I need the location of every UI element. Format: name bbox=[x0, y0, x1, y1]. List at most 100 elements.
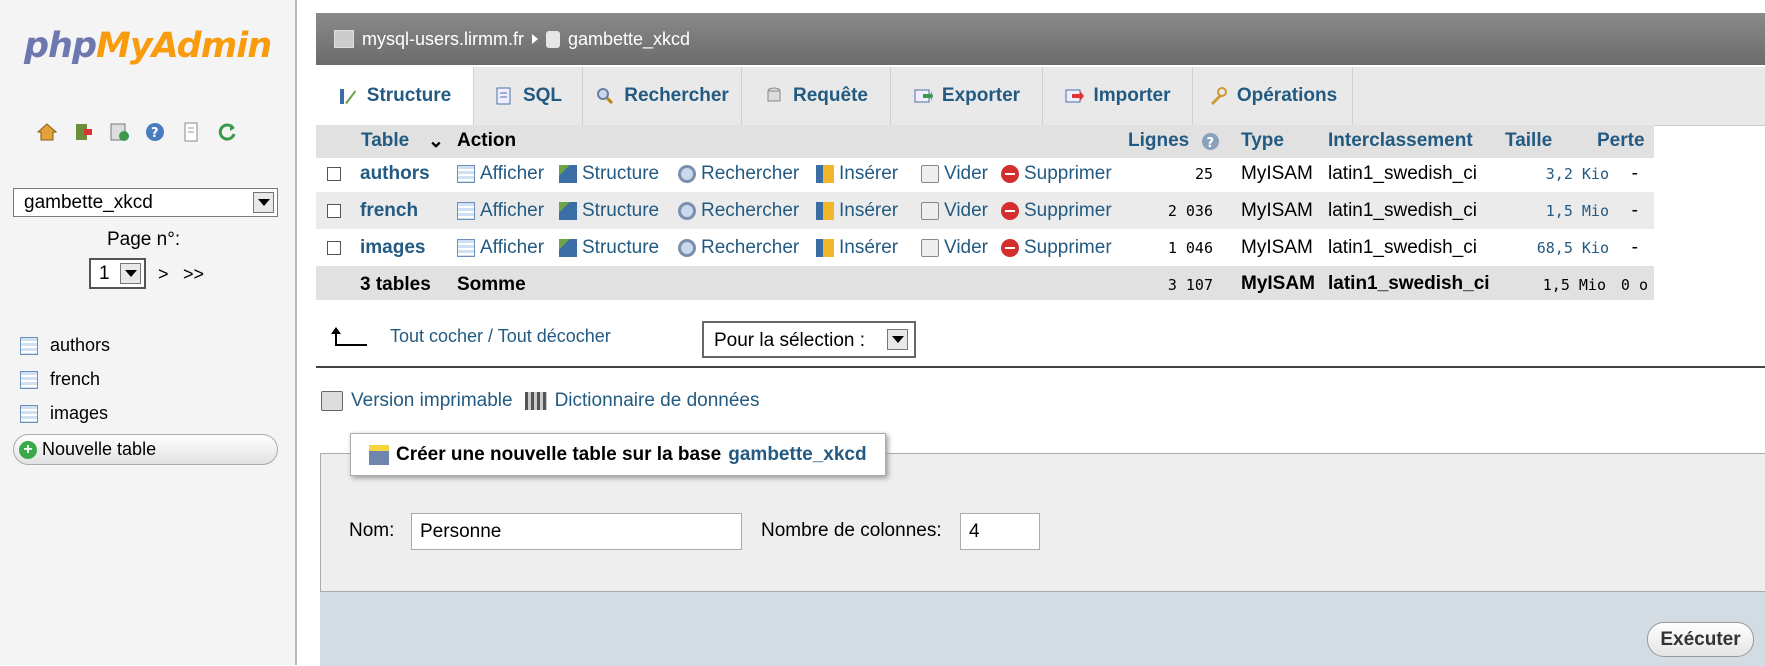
home-icon[interactable] bbox=[36, 121, 58, 143]
empty-action[interactable]: Vider bbox=[921, 200, 988, 222]
summary-label: Somme bbox=[457, 274, 526, 295]
tab-export[interactable]: Exporter bbox=[891, 67, 1043, 125]
column-header-collation[interactable]: Interclassement bbox=[1328, 130, 1473, 152]
table-size-link[interactable]: 1,5 Mio bbox=[1496, 202, 1609, 220]
help-icon[interactable]: ? bbox=[1201, 132, 1220, 157]
page-next-link[interactable]: > bbox=[158, 264, 169, 285]
table-name-link[interactable]: french bbox=[360, 200, 418, 222]
empty-label: Vider bbox=[944, 200, 989, 221]
new-table-button[interactable]: + Nouvelle table bbox=[13, 434, 278, 465]
tab-sql[interactable]: SQL bbox=[474, 67, 583, 125]
column-count-input[interactable] bbox=[960, 513, 1040, 550]
empty-action[interactable]: Vider bbox=[921, 163, 988, 185]
chevron-down-icon[interactable] bbox=[120, 263, 141, 284]
row-checkbox[interactable] bbox=[327, 204, 341, 218]
main-tabs: Structure SQL Rechercher Requête Exporte… bbox=[316, 67, 1765, 126]
column-header-size[interactable]: Taille bbox=[1505, 130, 1552, 152]
page-number-select[interactable]: 1 bbox=[89, 258, 146, 289]
help-icon[interactable]: ? bbox=[144, 121, 166, 143]
row-checkbox[interactable] bbox=[327, 167, 341, 181]
tab-import[interactable]: Importer bbox=[1043, 67, 1193, 125]
print-view-link[interactable]: Version imprimable bbox=[351, 390, 513, 412]
drop-action[interactable]: Supprimer bbox=[1001, 163, 1112, 185]
nav-table-authors[interactable]: authors bbox=[20, 335, 110, 356]
browse-icon bbox=[457, 202, 475, 220]
divider bbox=[316, 366, 1765, 368]
tab-label: Rechercher bbox=[624, 85, 729, 106]
column-header-rows[interactable]: Lignes bbox=[1128, 130, 1189, 152]
nav-table-images[interactable]: images bbox=[20, 403, 108, 424]
check-all-link[interactable]: Tout cocher / Tout décocher bbox=[390, 326, 611, 347]
tab-label: Structure bbox=[366, 85, 452, 106]
tab-label: Opérations bbox=[1236, 85, 1338, 106]
search-label: Rechercher bbox=[701, 163, 800, 184]
insert-action[interactable]: Insérer bbox=[816, 200, 898, 222]
execute-button[interactable]: Exécuter bbox=[1647, 622, 1754, 657]
drop-action[interactable]: Supprimer bbox=[1001, 200, 1112, 222]
nav-table-french[interactable]: french bbox=[20, 369, 100, 390]
logo-myadmin: MyAdmin bbox=[96, 26, 272, 66]
table-size-link[interactable]: 68,5 Kio bbox=[1496, 239, 1609, 257]
check-all-controls: Tout cocher / Tout décocher bbox=[330, 326, 611, 347]
breadcrumb-database[interactable]: gambette_xkcd bbox=[546, 29, 690, 50]
structure-action[interactable]: Structure bbox=[559, 163, 659, 185]
phpmyadmin-logo[interactable]: phpMyAdmin bbox=[24, 26, 272, 66]
database-select[interactable]: gambette_xkcd bbox=[13, 188, 278, 217]
breadcrumb-server[interactable]: mysql-users.lirmm.fr bbox=[334, 29, 524, 50]
sql-icon bbox=[494, 86, 514, 106]
structure-action[interactable]: Structure bbox=[559, 200, 659, 222]
total-overhead: 0 o bbox=[1620, 276, 1648, 294]
table-row: authors Afficher Structure Rechercher In… bbox=[316, 155, 1654, 192]
overhead: - bbox=[1631, 163, 1638, 184]
nav-table-label: images bbox=[50, 403, 109, 423]
tab-operations[interactable]: Opérations bbox=[1193, 67, 1353, 125]
browse-icon bbox=[457, 165, 475, 183]
print-links: Version imprimable Dictionnaire de donné… bbox=[321, 390, 760, 412]
insert-action[interactable]: Insérer bbox=[816, 237, 898, 259]
with-selected-select[interactable]: Pour la sélection : bbox=[702, 321, 916, 358]
table-name-link[interactable]: authors bbox=[360, 163, 430, 185]
table-name-input[interactable] bbox=[411, 513, 742, 550]
chevron-down-icon[interactable] bbox=[887, 329, 908, 350]
exit-icon[interactable] bbox=[72, 121, 94, 143]
empty-label: Vider bbox=[944, 237, 989, 258]
row-checkbox[interactable] bbox=[327, 241, 341, 255]
reload-icon[interactable] bbox=[216, 121, 238, 143]
browse-action[interactable]: Afficher bbox=[457, 237, 544, 259]
tab-structure[interactable]: Structure bbox=[316, 67, 474, 125]
column-header-table[interactable]: Table bbox=[361, 130, 409, 152]
svg-text:?: ? bbox=[1207, 136, 1215, 151]
search-action[interactable]: Rechercher bbox=[678, 237, 799, 259]
structure-icon bbox=[559, 165, 577, 183]
chevron-down-icon[interactable] bbox=[253, 192, 274, 213]
search-action[interactable]: Rechercher bbox=[678, 200, 799, 222]
column-header-action: Action bbox=[457, 130, 517, 151]
column-header-type[interactable]: Type bbox=[1241, 130, 1284, 152]
tab-search[interactable]: Rechercher bbox=[583, 67, 742, 125]
search-label: Rechercher bbox=[701, 237, 800, 258]
query-window-icon[interactable] bbox=[108, 121, 130, 143]
engine-type: MyISAM bbox=[1241, 163, 1313, 184]
insert-action[interactable]: Insérer bbox=[816, 163, 898, 185]
table-size-link[interactable]: 3,2 Kio bbox=[1496, 165, 1609, 183]
browse-action[interactable]: Afficher bbox=[457, 163, 544, 185]
nav-table-label: french bbox=[50, 369, 101, 389]
browse-label: Afficher bbox=[480, 200, 545, 221]
docs-icon[interactable] bbox=[180, 121, 202, 143]
engine-type: MyISAM bbox=[1241, 237, 1313, 258]
search-action[interactable]: Rechercher bbox=[678, 163, 799, 185]
overhead: - bbox=[1631, 200, 1638, 221]
tab-label: SQL bbox=[522, 85, 563, 106]
drop-action[interactable]: Supprimer bbox=[1001, 237, 1112, 259]
create-table-legend: Créer une nouvelle table sur la base gam… bbox=[350, 433, 886, 476]
structure-action[interactable]: Structure bbox=[559, 237, 659, 259]
table-name-link[interactable]: images bbox=[360, 237, 425, 259]
page-last-link[interactable]: >> bbox=[183, 264, 204, 285]
data-dictionary-link[interactable]: Dictionnaire de données bbox=[555, 390, 760, 412]
create-table-label: Créer une nouvelle table sur la base bbox=[396, 443, 722, 465]
column-header-overhead[interactable]: Perte bbox=[1597, 130, 1645, 152]
tab-query[interactable]: Requête bbox=[742, 67, 891, 125]
database-select-value: gambette_xkcd bbox=[24, 192, 153, 213]
empty-action[interactable]: Vider bbox=[921, 237, 988, 259]
browse-action[interactable]: Afficher bbox=[457, 200, 544, 222]
